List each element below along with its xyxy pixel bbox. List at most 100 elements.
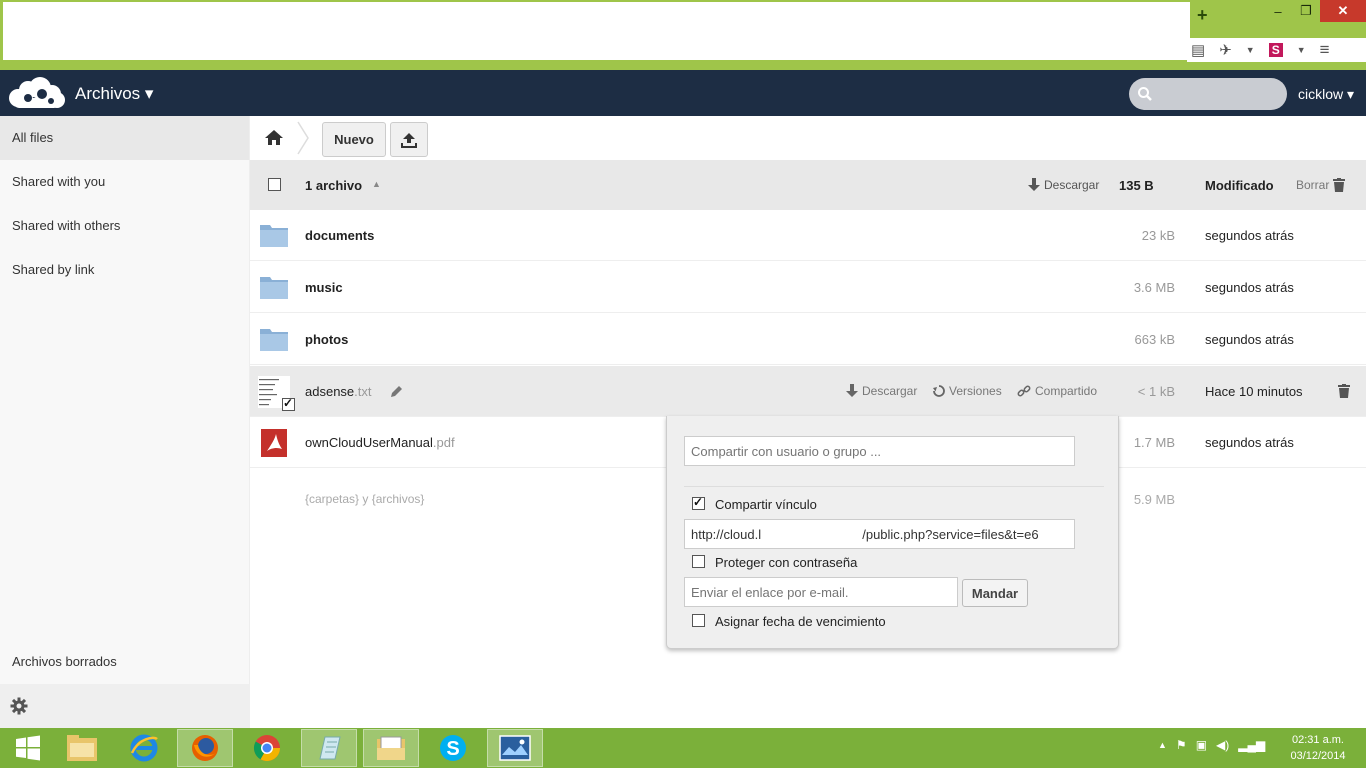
taskbar-firefox[interactable]	[177, 729, 233, 767]
browser-address-area[interactable]	[3, 2, 1190, 60]
start-button[interactable]	[0, 729, 56, 767]
trash-icon[interactable]	[1338, 384, 1350, 398]
file-size: 3.6 MB	[1133, 280, 1175, 295]
network-icon[interactable]: ▣	[1196, 738, 1207, 752]
expiration-date-checkbox[interactable]	[692, 614, 705, 627]
file-row[interactable]: photos 663 kB segundos atrás	[250, 314, 1366, 365]
new-tab-button[interactable]: +	[1197, 5, 1208, 26]
sidebar-item-shared-with-you[interactable]: Shared with you	[0, 160, 249, 204]
clock-time: 02:31 a.m.	[1292, 734, 1344, 746]
share-link-label[interactable]: Compartir vínculo	[715, 497, 817, 512]
share-with-input[interactable]	[684, 436, 1075, 466]
settings-bar[interactable]	[0, 684, 250, 728]
file-row[interactable]: music 3.6 MB segundos atrás	[250, 262, 1366, 313]
close-button[interactable]: ✕	[1320, 0, 1366, 22]
file-row[interactable]: documents 23 kB segundos atrás	[250, 210, 1366, 261]
browser-toolbar: ▤ ✈ ▼ S ▼ ≡	[1187, 38, 1366, 62]
trash-icon	[1333, 178, 1346, 192]
download-action-label: Descargar	[862, 384, 918, 398]
sidebar-item-trash[interactable]: Archivos borrados	[0, 640, 250, 684]
row-checkbox[interactable]	[282, 396, 295, 411]
flag-icon[interactable]: ⚑	[1176, 738, 1187, 752]
share-dropdown: Compartir vínculo Proteger con contraseñ…	[666, 416, 1119, 649]
size-column-header[interactable]: 135 B	[1119, 178, 1154, 193]
folder-window-icon	[377, 736, 405, 760]
versions-action-label: Versiones	[949, 384, 1002, 398]
file-name[interactable]: documents	[305, 228, 374, 243]
expiration-date-label[interactable]: Asignar fecha de vencimiento	[715, 614, 886, 629]
password-protect-checkbox[interactable]	[692, 555, 705, 568]
file-name[interactable]: adsense.txt	[305, 384, 372, 399]
system-tray: ▲ ⚑ ▣ ◀) ▂▄▆	[1158, 738, 1265, 752]
search-input[interactable]	[1129, 78, 1287, 110]
taskbar-chrome[interactable]	[239, 729, 295, 767]
user-menu[interactable]: cicklow ▾	[1298, 86, 1354, 103]
home-icon[interactable]	[264, 128, 284, 148]
app-menu[interactable]: Archivos ▾	[75, 84, 153, 104]
clock-date: 03/12/2014	[1290, 750, 1346, 762]
show-hidden-icons-icon[interactable]: ▲	[1158, 740, 1167, 750]
breadcrumb-separator-icon	[297, 121, 309, 155]
file-controls: Nuevo	[250, 116, 1366, 160]
share-link-checkbox[interactable]	[692, 495, 705, 510]
select-all-checkbox[interactable]	[268, 178, 281, 191]
addon-s-icon[interactable]: S	[1268, 43, 1283, 57]
file-size: < 1 kB	[1137, 384, 1175, 399]
file-name[interactable]: photos	[305, 332, 348, 347]
sidebar-item-all-files[interactable]: All files	[0, 116, 249, 160]
windows-logo-icon	[16, 735, 40, 761]
addon-icon[interactable]: ✈	[1219, 41, 1232, 59]
taskbar-file-manager[interactable]	[363, 729, 419, 767]
share-link-url-field[interactable]	[684, 519, 1075, 549]
menu-icon[interactable]: ≡	[1320, 40, 1330, 60]
file-name[interactable]: music	[305, 280, 343, 295]
folder-icon	[67, 735, 97, 761]
gear-icon[interactable]	[10, 697, 28, 715]
versions-action[interactable]: Versiones	[933, 384, 1002, 398]
sidebar-item-shared-with-others[interactable]: Shared with others	[0, 204, 249, 248]
dropdown-arrow-icon[interactable]: ▼	[1297, 45, 1306, 55]
taskbar-ie[interactable]	[116, 729, 172, 767]
link-icon	[1017, 385, 1031, 397]
folder-icon	[260, 277, 288, 299]
summary-size: 5.9 MB	[1133, 492, 1175, 507]
file-modified: segundos atrás	[1205, 332, 1294, 347]
file-row-selected[interactable]: adsense.txt Descargar Versiones Comparti…	[250, 366, 1366, 417]
modified-column-header[interactable]: Modificado	[1205, 178, 1274, 193]
owncloud-logo-icon[interactable]	[6, 76, 66, 110]
upload-button[interactable]	[390, 122, 428, 157]
sidebar-item-shared-by-link[interactable]: Shared by link	[0, 248, 249, 292]
firefox-icon	[192, 735, 218, 761]
sort-asc-icon[interactable]: ▲	[372, 179, 381, 189]
restore-button[interactable]: ❐	[1292, 0, 1320, 22]
dropdown-arrow-icon[interactable]: ▼	[1246, 45, 1255, 55]
email-link-input[interactable]	[684, 577, 958, 607]
taskbar-photos[interactable]	[487, 729, 543, 767]
taskbar-explorer[interactable]	[54, 729, 110, 767]
delete-label: Borrar	[1296, 178, 1330, 192]
reader-icon[interactable]: ▤	[1191, 41, 1205, 59]
taskbar-app-generic[interactable]	[301, 729, 357, 767]
volume-icon[interactable]: ◀)	[1216, 738, 1229, 752]
folder-icon	[260, 329, 288, 351]
download-action[interactable]: Descargar	[846, 384, 917, 398]
password-protect-label[interactable]: Proteger con contraseña	[715, 555, 857, 570]
file-name[interactable]: ownCloudUserManual.pdf	[305, 435, 455, 450]
rename-pencil-icon[interactable]	[390, 385, 403, 398]
file-modified: Hace 10 minutos	[1205, 384, 1303, 399]
divider	[684, 486, 1104, 487]
internet-explorer-icon	[130, 734, 158, 762]
signal-icon[interactable]: ▂▄▆	[1238, 738, 1265, 752]
clock[interactable]: 02:31 a.m. 03/12/2014	[1274, 732, 1362, 764]
history-icon	[933, 385, 945, 397]
svg-text:S: S	[446, 738, 459, 760]
download-selected-button[interactable]: Descargar	[1028, 178, 1099, 192]
share-action[interactable]: Compartido	[1017, 384, 1097, 398]
taskbar-skype[interactable]: S	[425, 729, 481, 767]
delete-selected-button[interactable]: Borrar	[1296, 178, 1346, 192]
file-count[interactable]: 1 archivo	[305, 178, 362, 193]
new-button[interactable]: Nuevo	[322, 122, 386, 157]
minimize-button[interactable]: –	[1264, 0, 1292, 22]
send-button[interactable]: Mandar	[962, 579, 1028, 607]
file-modified: segundos atrás	[1205, 435, 1294, 450]
